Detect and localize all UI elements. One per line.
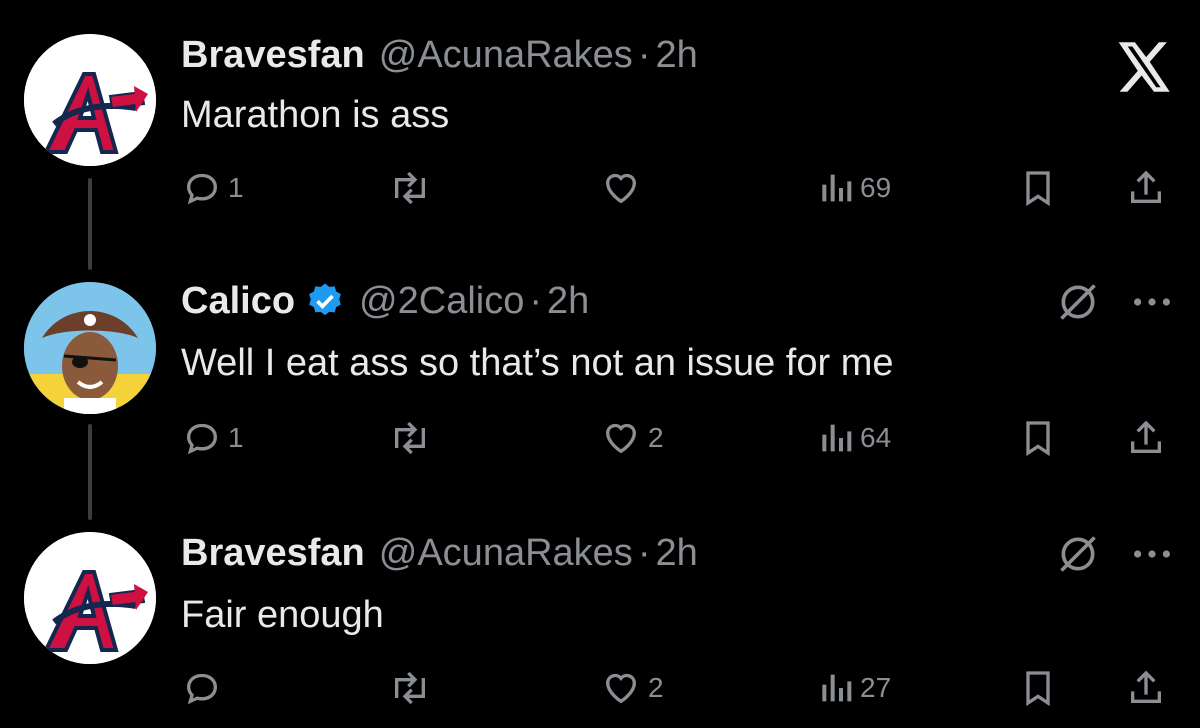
reply-button[interactable]: 1 (182, 168, 244, 208)
share-icon (1131, 170, 1161, 203)
tweet[interactable]: Calico @2Calico · 2h Well I eat ass so t… (0, 244, 1200, 520)
grok-icon[interactable] (1056, 280, 1100, 329)
reply-button[interactable] (182, 668, 228, 708)
view-count: 27 (860, 672, 892, 703)
retweet-button[interactable] (388, 418, 432, 458)
user-handle[interactable]: @AcunaRakes (379, 532, 633, 575)
display-name[interactable]: Bravesfan (181, 532, 365, 575)
verified-badge-icon (309, 283, 341, 316)
bookmark-icon (1026, 171, 1050, 207)
share-button[interactable] (1126, 418, 1166, 458)
share-icon (1131, 420, 1161, 453)
views-button[interactable]: 27 (818, 668, 891, 708)
view-count: 69 (860, 172, 892, 203)
like-count: 2 (648, 672, 664, 703)
retweet-icon (395, 171, 425, 205)
reply-count: 1 (228, 422, 244, 453)
like-button[interactable]: 2 (600, 668, 664, 708)
heart-icon (605, 423, 637, 454)
bookmark-icon (1026, 421, 1050, 457)
reply-icon (186, 673, 218, 705)
heart-icon (605, 673, 637, 704)
analytics-icon (822, 424, 852, 452)
share-icon (1131, 670, 1161, 703)
share-button[interactable] (1126, 668, 1166, 708)
bookmark-icon (1026, 671, 1050, 707)
like-button[interactable] (600, 168, 642, 208)
retweet-icon (395, 671, 425, 705)
tweet[interactable]: Bravesfan @AcunaRakes · 2h Marathon is a… (0, 0, 1200, 270)
user-handle[interactable]: @2Calico (359, 280, 524, 323)
bookmark-button[interactable] (1018, 668, 1058, 708)
tweet-text: Well I eat ass so that’s not an issue fo… (181, 342, 894, 384)
analytics-icon (822, 674, 852, 702)
reply-icon (186, 173, 218, 205)
reply-count: 1 (228, 172, 244, 203)
reply-button[interactable]: 1 (182, 418, 244, 458)
tweet-header: Bravesfan @AcunaRakes · 2h (181, 30, 698, 80)
views-button[interactable]: 64 (818, 418, 891, 458)
more-options-icon[interactable] (1130, 284, 1174, 325)
like-count: 2 (648, 422, 664, 453)
timestamp[interactable]: 2h (655, 532, 697, 575)
tweet-header: Bravesfan @AcunaRakes · 2h (181, 528, 698, 578)
separator: · (529, 279, 543, 322)
display-name[interactable]: Calico (181, 280, 295, 323)
user-handle[interactable]: @AcunaRakes (379, 34, 633, 77)
timestamp[interactable]: 2h (547, 280, 589, 323)
like-button[interactable]: 2 (600, 418, 664, 458)
avatar[interactable] (24, 532, 156, 664)
avatar[interactable] (24, 282, 156, 414)
tweet[interactable]: Bravesfan @AcunaRakes · 2h Fair enough 2… (0, 488, 1200, 728)
retweet-button[interactable] (388, 168, 432, 208)
tweet-text: Fair enough (181, 594, 384, 636)
separator: · (637, 33, 651, 76)
views-button[interactable]: 69 (818, 168, 891, 208)
share-button[interactable] (1126, 168, 1166, 208)
reply-icon (186, 423, 218, 455)
grok-icon[interactable] (1056, 532, 1100, 581)
bookmark-button[interactable] (1018, 418, 1058, 458)
tweet-header: Calico @2Calico · 2h (181, 276, 589, 326)
bookmark-button[interactable] (1018, 168, 1058, 208)
analytics-icon (822, 174, 852, 202)
tweet-text: Marathon is ass (181, 94, 450, 136)
retweet-button[interactable] (388, 668, 432, 708)
avatar[interactable] (24, 34, 156, 166)
more-options-icon[interactable] (1130, 536, 1174, 577)
retweet-icon (395, 421, 425, 455)
separator: · (637, 531, 651, 574)
view-count: 64 (860, 422, 892, 453)
display-name[interactable]: Bravesfan (181, 34, 365, 77)
heart-icon (605, 173, 637, 204)
timestamp[interactable]: 2h (655, 34, 697, 77)
